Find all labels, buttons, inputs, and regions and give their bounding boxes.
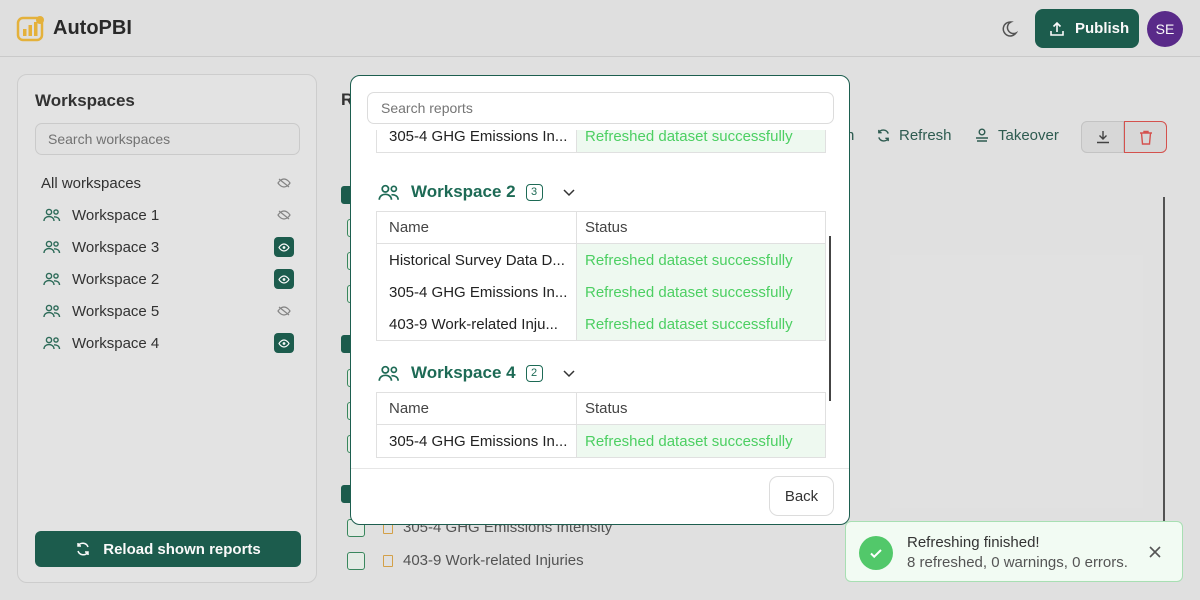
table-row: 305-4 GHG Emissions In... Refreshed data… bbox=[377, 276, 825, 308]
report-name-cell: 305-4 GHG Emissions In... bbox=[377, 425, 577, 457]
status-cell: Refreshed dataset successfully bbox=[577, 308, 825, 340]
search-reports-input[interactable] bbox=[367, 92, 834, 124]
refresh-results-modal: 305-4 GHG Emissions In... Refreshed data… bbox=[350, 75, 850, 525]
close-icon[interactable] bbox=[1147, 544, 1163, 560]
modal-footer-divider bbox=[351, 468, 849, 469]
table-row: 305-4 GHG Emissions In... Refreshed data… bbox=[377, 130, 825, 152]
results-table-top: 305-4 GHG Emissions In... Refreshed data… bbox=[376, 130, 826, 153]
report-name-cell: 305-4 GHG Emissions In... bbox=[377, 130, 577, 152]
column-header-name: Name bbox=[377, 212, 577, 243]
toast-title: Refreshing finished! bbox=[907, 534, 1040, 551]
results-list[interactable]: 305-4 GHG Emissions In... Refreshed data… bbox=[351, 130, 849, 468]
workspace-group-header[interactable]: Workspace 4 2 bbox=[378, 361, 576, 385]
table-header: Name Status bbox=[377, 393, 825, 425]
column-header-name: Name bbox=[377, 393, 577, 424]
status-cell: Refreshed dataset successfully bbox=[577, 276, 825, 308]
check-circle-icon bbox=[859, 536, 893, 570]
table-row: Historical Survey Data D... Refreshed da… bbox=[377, 244, 825, 276]
group-count-badge: 2 bbox=[525, 364, 543, 382]
results-table: Name Status 305-4 GHG Emissions In... Re… bbox=[376, 392, 826, 458]
chevron-down-icon[interactable] bbox=[562, 366, 576, 380]
status-cell: Refreshed dataset successfully bbox=[577, 425, 825, 457]
toast-message: 8 refreshed, 0 warnings, 0 errors. bbox=[907, 554, 1128, 571]
table-row: 305-4 GHG Emissions In... Refreshed data… bbox=[377, 425, 825, 457]
modal-scrollbar[interactable] bbox=[829, 236, 831, 401]
chevron-down-icon[interactable] bbox=[562, 185, 576, 199]
report-name-cell: 305-4 GHG Emissions In... bbox=[377, 276, 577, 308]
workspace-group-header[interactable]: Workspace 2 3 bbox=[378, 180, 576, 204]
report-name-cell: Historical Survey Data D... bbox=[377, 244, 577, 276]
status-cell: Refreshed dataset successfully bbox=[577, 244, 825, 276]
column-header-status: Status bbox=[577, 393, 825, 424]
users-icon bbox=[378, 365, 399, 381]
group-count-badge: 3 bbox=[525, 183, 543, 201]
users-icon bbox=[378, 184, 399, 200]
status-cell: Refreshed dataset successfully bbox=[577, 130, 825, 152]
table-header: Name Status bbox=[377, 212, 825, 244]
report-name-cell: 403-9 Work-related Inju... bbox=[377, 308, 577, 340]
table-row: 403-9 Work-related Inju... Refreshed dat… bbox=[377, 308, 825, 340]
group-name: Workspace 4 bbox=[411, 363, 516, 382]
back-button[interactable]: Back bbox=[769, 476, 834, 516]
column-header-status: Status bbox=[577, 212, 825, 243]
group-name: Workspace 2 bbox=[411, 182, 516, 201]
results-table: Name Status Historical Survey Data D... … bbox=[376, 211, 826, 341]
refresh-toast: Refreshing finished! 8 refreshed, 0 warn… bbox=[845, 521, 1183, 582]
